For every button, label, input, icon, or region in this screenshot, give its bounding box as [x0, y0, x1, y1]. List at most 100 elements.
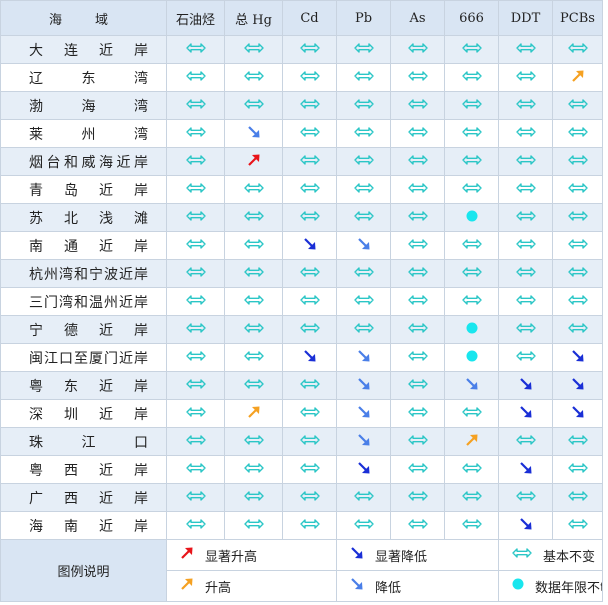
- double-arrow-icon: [185, 97, 207, 115]
- table-row: 珠江口: [0, 427, 603, 456]
- double-arrow-icon: [461, 405, 483, 423]
- table-row: 粤东近岸: [0, 371, 603, 400]
- double-arrow-icon: [515, 489, 537, 507]
- trend-cell: [552, 511, 603, 540]
- trend-cell: [336, 175, 391, 204]
- region-name: 深圳近岸: [0, 399, 167, 428]
- region-name: 辽东湾: [0, 63, 167, 92]
- table-row: 闽江口至厦门近岸: [0, 343, 603, 372]
- double-arrow-icon: [299, 405, 321, 423]
- trend-cell: [166, 147, 225, 176]
- trend-cell: [552, 287, 603, 316]
- arrow-down-right-icon: [356, 404, 372, 424]
- double-arrow-icon: [299, 433, 321, 451]
- legend-cell-sig-decrease: 显著降低: [336, 539, 499, 571]
- double-arrow-icon: [407, 461, 429, 479]
- trend-cell: [444, 287, 499, 316]
- region-name: 广西近岸: [0, 483, 167, 512]
- trend-cell: [336, 399, 391, 428]
- double-arrow-icon: [567, 489, 589, 507]
- legend-label-sig-decrease: 显著降低: [375, 549, 428, 565]
- trend-cell: [166, 343, 225, 372]
- trend-cell: [166, 287, 225, 316]
- trend-cell: [552, 259, 603, 288]
- trend-cell: [552, 455, 603, 484]
- table-row: 青岛近岸: [0, 175, 603, 204]
- table-row: 渤海湾: [0, 91, 603, 120]
- table-row: 海南近岸: [0, 511, 603, 540]
- region-name: 海南近岸: [0, 511, 167, 540]
- double-arrow-icon: [407, 209, 429, 227]
- double-arrow-icon: [511, 546, 533, 564]
- double-arrow-icon: [407, 181, 429, 199]
- trend-cell: [224, 119, 283, 148]
- region-name: 苏北浅滩: [0, 203, 167, 232]
- trend-cell: [336, 35, 391, 64]
- trend-cell: [282, 147, 337, 176]
- double-arrow-icon: [407, 321, 429, 339]
- legend-label-sig-rise: 显著升高: [205, 549, 258, 565]
- trend-cell: [390, 35, 445, 64]
- trend-cell: [282, 203, 337, 232]
- double-arrow-icon: [461, 265, 483, 283]
- double-arrow-icon: [243, 293, 265, 311]
- trend-cell: [444, 231, 499, 260]
- trend-cell: [498, 91, 553, 120]
- double-arrow-icon: [461, 237, 483, 255]
- region-name: 烟台和威海近岸: [0, 147, 167, 176]
- trend-cell: [498, 203, 553, 232]
- double-arrow-icon: [299, 209, 321, 227]
- trend-cell: [552, 91, 603, 120]
- trend-cell: [498, 511, 553, 540]
- trend-cell: [282, 35, 337, 64]
- double-arrow-icon: [407, 349, 429, 367]
- double-arrow-icon: [243, 181, 265, 199]
- arrow-down-right-icon: [356, 432, 372, 452]
- trend-cell: [336, 91, 391, 120]
- table-row: 莱州湾: [0, 119, 603, 148]
- arrow-down-right-icon: [570, 376, 586, 396]
- trend-cell: [498, 63, 553, 92]
- legend-cell-insufficient: 数据年限不够: [498, 570, 603, 602]
- arrow-down-right-icon: [349, 545, 365, 565]
- trend-cell: [552, 35, 603, 64]
- trend-cell: [390, 399, 445, 428]
- double-arrow-icon: [185, 69, 207, 87]
- trend-cell: [282, 175, 337, 204]
- double-arrow-icon: [407, 293, 429, 311]
- trend-cell: [390, 91, 445, 120]
- dot-icon: [465, 321, 479, 339]
- dot-icon: [511, 577, 525, 595]
- trend-cell: [390, 175, 445, 204]
- trend-cell: [390, 315, 445, 344]
- trend-cell: [390, 259, 445, 288]
- trend-cell: [282, 343, 337, 372]
- legend-row-1: 图例说明 显著升高 显著降低 基本不变: [0, 539, 603, 602]
- region-name: 闽江口至厦门近岸: [0, 343, 167, 372]
- double-arrow-icon: [515, 321, 537, 339]
- trend-cell: [336, 63, 391, 92]
- trend-cell: [224, 91, 283, 120]
- arrow-down-right-icon: [349, 576, 365, 596]
- arrow-down-right-icon: [570, 348, 586, 368]
- double-arrow-icon: [567, 293, 589, 311]
- trend-cell: [166, 455, 225, 484]
- double-arrow-icon: [243, 209, 265, 227]
- trend-cell: [498, 119, 553, 148]
- table-row: 三门湾和温州近岸: [0, 287, 603, 316]
- trend-cell: [498, 175, 553, 204]
- legend-label-rise: 升高: [205, 580, 232, 596]
- double-arrow-icon: [567, 321, 589, 339]
- table-row: 烟台和威海近岸: [0, 147, 603, 176]
- legend-cell-stable: 基本不变: [498, 539, 603, 571]
- trend-cell: [282, 63, 337, 92]
- trend-cell: [336, 287, 391, 316]
- double-arrow-icon: [353, 265, 375, 283]
- trend-cell: [224, 203, 283, 232]
- trend-cell: [390, 287, 445, 316]
- trend-cell: [282, 315, 337, 344]
- trend-cell: [166, 399, 225, 428]
- double-arrow-icon: [353, 69, 375, 87]
- trend-cell: [552, 427, 603, 456]
- trend-cell: [498, 455, 553, 484]
